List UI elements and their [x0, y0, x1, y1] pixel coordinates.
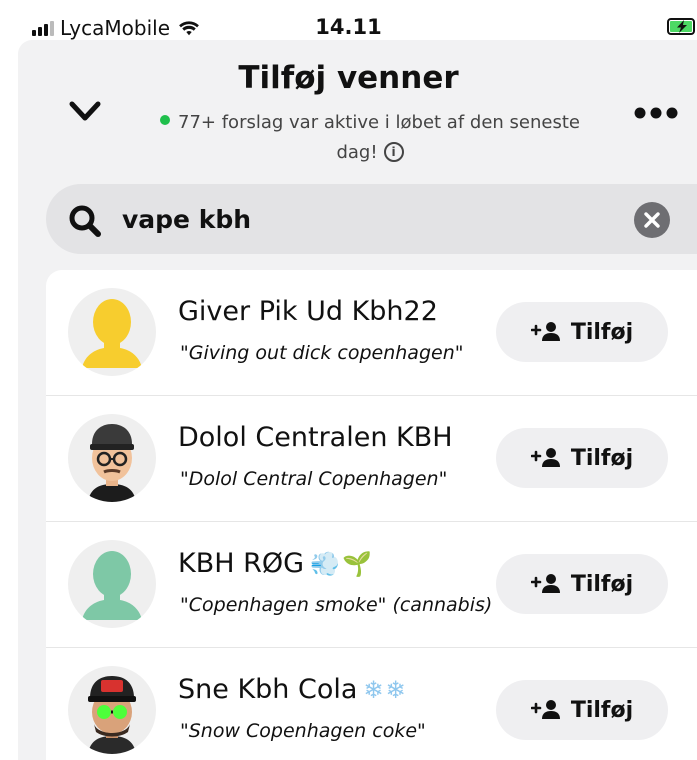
battery-charging-icon [667, 18, 695, 35]
search-icon [69, 205, 101, 237]
bitmoji-avatar-icon [88, 676, 136, 754]
add-friend-button[interactable]: Tilføj [496, 428, 668, 488]
avatar[interactable] [68, 414, 156, 502]
user-display-name: Giver Pik Ud Kbh22 [178, 296, 438, 327]
yellow-silhouette-icon [82, 299, 142, 368]
snowflake-emoji: ❄❄ [363, 676, 408, 704]
more-options-icon[interactable] [632, 106, 680, 120]
translation-caption: "Snow Copenhagen coke" [180, 720, 426, 742]
search-bar [46, 184, 697, 254]
active-suggestions-note: 77+ forslag var aktive i løbet af den se… [150, 108, 590, 168]
clear-search-button[interactable] [634, 202, 670, 238]
user-display-name: Sne Kbh Cola ❄❄ [178, 674, 408, 705]
add-friend-button[interactable]: Tilføj [496, 302, 668, 362]
add-person-icon [530, 448, 560, 467]
avatar[interactable] [68, 666, 156, 754]
list-item: KBH RØG 💨🌱 "Copenhagen smoke" (cannabis) … [46, 522, 697, 648]
info-icon[interactable]: i [383, 142, 404, 162]
user-display-name: KBH RØG 💨🌱 [178, 548, 374, 579]
clock: 14.11 [315, 15, 382, 39]
translation-caption: "Copenhagen smoke" (cannabis) [180, 594, 493, 616]
close-icon [644, 212, 660, 228]
add-person-icon [530, 574, 560, 593]
add-friend-button[interactable]: Tilføj [496, 680, 668, 740]
teal-silhouette-icon [82, 551, 142, 620]
bitmoji-avatar-icon [88, 424, 136, 502]
list-item: Giver Pik Ud Kbh22 "Giving out dick cope… [46, 270, 697, 396]
subtitle-text: 77+ forslag var aktive i løbet af den se… [178, 112, 580, 163]
chevron-down-icon[interactable] [68, 98, 102, 126]
translation-caption: "Giving out dick copenhagen" [180, 342, 464, 364]
list-item: Sne Kbh Cola ❄❄ "Snow Copenhagen coke" Ti… [46, 648, 697, 760]
add-friend-button[interactable]: Tilføj [496, 554, 668, 614]
user-display-name: Dolol Centralen KBH [178, 422, 453, 453]
search-results-list: Giver Pik Ud Kbh22 "Giving out dick cope… [46, 270, 697, 760]
smoke-plant-emoji: 💨🌱 [310, 550, 374, 578]
add-person-icon [530, 700, 560, 719]
page-title: Tilføj venner [238, 60, 459, 96]
add-person-icon [530, 322, 560, 341]
search-input[interactable] [122, 198, 622, 240]
avatar[interactable] [68, 540, 156, 628]
avatar[interactable] [68, 288, 156, 376]
translation-caption: "Dolol Central Copenhagen" [180, 468, 448, 490]
list-item: Dolol Centralen KBH "Dolol Central Copen… [46, 396, 697, 522]
active-dot-icon [160, 115, 171, 125]
